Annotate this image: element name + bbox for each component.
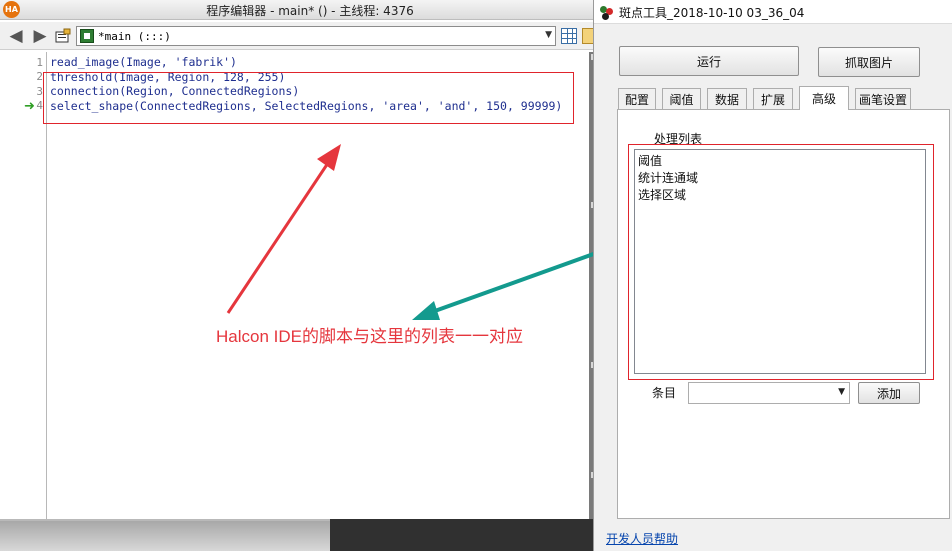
tab-threshold[interactable]: 阈值 bbox=[662, 88, 701, 109]
blob-tool-window: 斑点工具_2018-10-10 03_36_04 运行 抓取图片 配置 阈值 数… bbox=[593, 0, 952, 551]
line-number: 3 bbox=[36, 85, 43, 98]
code-area[interactable]: 1 2 3 4 ➜ read_image(Image, 'fabrik') th… bbox=[0, 52, 590, 519]
image-preview-right bbox=[330, 519, 600, 551]
developer-help-link[interactable]: 开发人员帮助 bbox=[606, 530, 678, 547]
arrow-right-icon[interactable]: ▶ bbox=[30, 26, 50, 46]
code-line[interactable]: read_image(Image, 'fabrik') bbox=[50, 55, 237, 69]
run-button[interactable]: 运行 bbox=[619, 46, 799, 76]
program-counter-arrow-icon: ➜ bbox=[24, 99, 35, 114]
grid-icon[interactable] bbox=[561, 28, 577, 44]
tab-data[interactable]: 数据 bbox=[707, 88, 747, 109]
tool-title: 斑点工具_2018-10-10 03_36_04 bbox=[619, 6, 805, 20]
list-item[interactable]: 统计连通域 bbox=[638, 169, 698, 186]
halcon-logo-icon: HA bbox=[3, 1, 20, 18]
open-procedure-icon[interactable] bbox=[53, 26, 73, 46]
advanced-tab-panel: 处理列表 阈值 统计连通域 选择区域 条目 ▼ 添加 bbox=[617, 109, 950, 519]
tool-titlebar: 斑点工具_2018-10-10 03_36_04 bbox=[594, 0, 952, 24]
entry-label: 条目 bbox=[652, 386, 677, 400]
list-item[interactable]: 选择区域 bbox=[638, 186, 686, 203]
procedure-icon bbox=[80, 29, 94, 43]
line-number: 1 bbox=[36, 56, 43, 69]
code-highlight-box bbox=[43, 72, 574, 124]
annotation-text: Halcon IDE的脚本与这里的列表一一对应 bbox=[216, 327, 523, 346]
add-button[interactable]: 添加 bbox=[858, 382, 920, 404]
image-preview-left bbox=[0, 521, 330, 551]
capture-image-button[interactable]: 抓取图片 bbox=[818, 47, 920, 77]
editor-titlebar: HA 程序编辑器 - main* () - 主线程: 4376 bbox=[0, 0, 600, 20]
procedure-select[interactable]: *main (:::) ▼ bbox=[76, 26, 556, 46]
tab-brush-settings[interactable]: 画笔设置 bbox=[855, 88, 911, 109]
procedure-select-value: *main (:::) bbox=[98, 29, 171, 43]
list-item[interactable]: 阈值 bbox=[638, 152, 662, 169]
line-number-gutter: 1 2 3 4 ➜ bbox=[0, 52, 47, 519]
tab-advanced[interactable]: 高级 bbox=[799, 86, 849, 110]
editor-toolbar: ◀ ▶ *main (:::) ▼ bbox=[0, 22, 600, 50]
arrow-left-icon[interactable]: ◀ bbox=[6, 26, 26, 46]
tab-config[interactable]: 配置 bbox=[618, 88, 656, 109]
blob-tool-icon bbox=[600, 6, 614, 20]
line-number: 2 bbox=[36, 70, 43, 83]
image-preview-strip bbox=[0, 519, 600, 551]
process-list[interactable]: 阈值 统计连通域 选择区域 bbox=[634, 149, 926, 374]
tab-extension[interactable]: 扩展 bbox=[753, 88, 793, 109]
editor-title: 程序编辑器 - main* () - 主线程: 4376 bbox=[206, 4, 414, 18]
program-editor-window: HA 程序编辑器 - main* () - 主线程: 4376 ◀ ▶ *mai… bbox=[0, 0, 600, 551]
entry-select[interactable]: ▼ bbox=[688, 382, 850, 404]
chevron-down-icon: ▼ bbox=[838, 387, 845, 397]
chevron-down-icon: ▼ bbox=[545, 30, 552, 40]
